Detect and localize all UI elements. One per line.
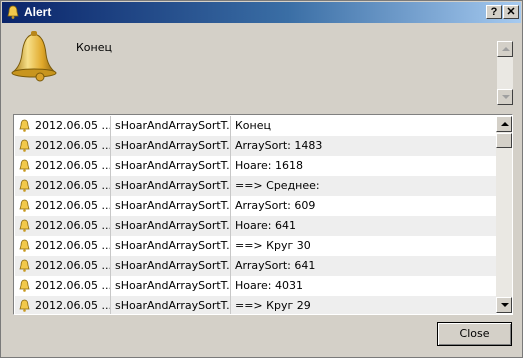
expert-cell: sHoarAndArraySortT... [111, 156, 231, 176]
bell-icon [19, 239, 30, 252]
time-cell: 2012.06.05 ... [15, 296, 111, 314]
time-cell: 2012.06.05 ... [15, 196, 111, 216]
down-arrow-icon [502, 95, 510, 99]
time-text: 2012.06.05 ... [35, 159, 111, 172]
up-arrow-icon [502, 47, 510, 51]
time-cell: 2012.06.05 ... [15, 176, 111, 196]
time-text: 2012.06.05 ... [35, 299, 111, 312]
table-row[interactable]: 2012.06.05 ... sHoarAndArraySortT... Hoare… [15, 216, 496, 236]
message-cell: ArraySort: 609 [235, 199, 316, 212]
help-button[interactable]: ? [486, 5, 502, 19]
message-cell: ArraySort: 641 [235, 259, 316, 272]
expert-cell: sHoarAndArraySortT... [111, 236, 231, 256]
bell-icon [19, 279, 30, 292]
alert-window: Alert ? ✕ Конец 2012.06.05 ... sHoarAndAr… [0, 0, 523, 358]
table-row[interactable]: 2012.06.05 ... sHoarAndArraySortT... Hoare… [15, 156, 496, 176]
up-arrow-icon [501, 122, 509, 126]
time-text: 2012.06.05 ... [35, 259, 111, 272]
scroll-up-button[interactable] [497, 41, 513, 57]
bell-icon [19, 259, 30, 272]
bell-icon [19, 219, 30, 232]
list-scrollbar[interactable] [496, 116, 512, 313]
table-row[interactable]: 2012.06.05 ... sHoarAndArraySortT... Array… [15, 256, 496, 276]
message-cell: ==> Круг 29 [235, 299, 311, 312]
down-arrow-icon [501, 303, 509, 307]
table-row[interactable]: 2012.06.05 ... sHoarAndArraySortT... Конец [15, 116, 496, 136]
bell-icon [19, 199, 30, 212]
time-cell: 2012.06.05 ... [15, 256, 111, 276]
bell-icon [11, 31, 57, 82]
table-row[interactable]: 2012.06.05 ... sHoarAndArraySortT... ==> С… [15, 176, 496, 196]
message-cell: Hoare: 641 [235, 219, 296, 232]
expert-cell: sHoarAndArraySortT... [111, 276, 231, 296]
alert-log-list[interactable]: 2012.06.05 ... sHoarAndArraySortT... Конец… [13, 114, 513, 315]
table-row[interactable]: 2012.06.05 ... sHoarAndArraySortT... Hoare… [15, 276, 496, 296]
expert-cell: sHoarAndArraySortT... [111, 216, 231, 236]
time-text: 2012.06.05 ... [35, 239, 111, 252]
time-text: 2012.06.05 ... [35, 199, 111, 212]
bell-icon [19, 179, 30, 192]
message-cell: Hoare: 4031 [235, 279, 303, 292]
scroll-down-button[interactable] [496, 297, 512, 313]
expert-cell: sHoarAndArraySortT... [111, 256, 231, 276]
message-cell: ==> Среднее: [235, 179, 320, 192]
expert-cell: sHoarAndArraySortT... [111, 116, 231, 136]
log-rows: 2012.06.05 ... sHoarAndArraySortT... Конец… [15, 116, 496, 314]
close-window-button[interactable]: ✕ [503, 5, 519, 19]
time-text: 2012.06.05 ... [35, 219, 111, 232]
time-cell: 2012.06.05 ... [15, 236, 111, 256]
table-row[interactable]: 2012.06.05 ... sHoarAndArraySortT... Array… [15, 136, 496, 156]
title-bar[interactable]: Alert ? ✕ [2, 2, 521, 23]
close-button[interactable]: Close [437, 322, 512, 346]
alert-message: Конец [76, 41, 112, 54]
time-cell: 2012.06.05 ... [15, 216, 111, 236]
time-cell: 2012.06.05 ... [15, 156, 111, 176]
expert-cell: sHoarAndArraySortT... [111, 196, 231, 216]
scroll-thumb[interactable] [496, 133, 512, 148]
time-text: 2012.06.05 ... [35, 139, 111, 152]
time-cell: 2012.06.05 ... [15, 276, 111, 296]
time-cell: 2012.06.05 ... [15, 136, 111, 156]
message-scrollbar[interactable] [497, 41, 513, 105]
expert-cell: sHoarAndArraySortT... [111, 176, 231, 196]
expert-cell: sHoarAndArraySortT... [111, 296, 231, 314]
scroll-up-button[interactable] [496, 116, 512, 132]
time-text: 2012.06.05 ... [35, 279, 111, 292]
message-cell: Hoare: 1618 [235, 159, 303, 172]
bell-icon [19, 159, 30, 172]
bell-icon [19, 299, 30, 312]
bell-icon [19, 119, 30, 132]
message-cell: ArraySort: 1483 [235, 139, 323, 152]
message-cell: ==> Круг 30 [235, 239, 311, 252]
table-row[interactable]: 2012.06.05 ... sHoarAndArraySortT... ==> К… [15, 296, 496, 314]
time-cell: 2012.06.05 ... [15, 116, 111, 136]
time-text: 2012.06.05 ... [35, 179, 111, 192]
bell-icon [7, 5, 19, 19]
table-row[interactable]: 2012.06.05 ... sHoarAndArraySortT... ==> К… [15, 236, 496, 256]
time-text: 2012.06.05 ... [35, 119, 111, 132]
expert-cell: sHoarAndArraySortT... [111, 136, 231, 156]
bell-icon [19, 139, 30, 152]
table-row[interactable]: 2012.06.05 ... sHoarAndArraySortT... Array… [15, 196, 496, 216]
message-cell: Конец [235, 119, 271, 132]
window-title: Alert [24, 5, 52, 19]
scroll-down-button[interactable] [497, 89, 513, 105]
